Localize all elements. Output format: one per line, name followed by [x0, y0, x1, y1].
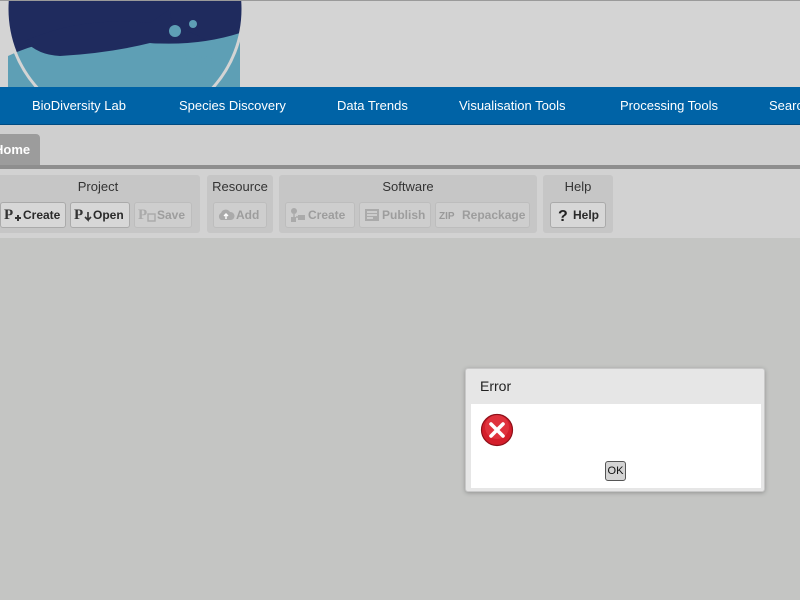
nav-search[interactable]: Searc: [769, 87, 800, 125]
main-nav: BioDiversity Lab Species Discovery Data …: [0, 87, 800, 125]
svg-text:P: P: [4, 207, 13, 223]
software-group-title: Software: [382, 179, 434, 194]
project-create-icon: P: [4, 207, 21, 223]
software-repackage-button[interactable]: ZIP Repackage: [435, 202, 530, 228]
question-mark-icon: ?: [558, 208, 568, 224]
tab-strip: Home: [0, 125, 800, 165]
nav-biodiversity-lab[interactable]: BioDiversity Lab: [32, 87, 126, 125]
ribbon-toolbar: Project P Create P Open P Save Resource: [0, 169, 800, 238]
resource-group: Resource Add: [207, 175, 273, 233]
project-save-button[interactable]: P Save: [134, 202, 192, 228]
project-save-icon: P: [138, 207, 156, 223]
error-icon: [480, 413, 514, 447]
help-group-title: Help: [564, 179, 592, 194]
svg-text:P: P: [138, 207, 147, 223]
tab-home[interactable]: Home: [0, 134, 40, 165]
cloud-upload-icon: [218, 209, 235, 220]
software-publish-label: Publish: [382, 208, 426, 222]
help-group: Help ? Help: [543, 175, 613, 233]
software-group: Software Create Publish ZIP Repackage: [279, 175, 537, 233]
nav-visualisation-tools[interactable]: Visualisation Tools: [459, 87, 565, 125]
resource-add-label: Add: [236, 208, 260, 222]
zip-badge: ZIP: [439, 211, 455, 222]
resource-group-title: Resource: [212, 179, 268, 194]
ok-button[interactable]: OK: [605, 461, 626, 481]
site-header: [0, 0, 800, 87]
project-open-button[interactable]: P Open: [70, 202, 130, 228]
software-publish-button[interactable]: Publish: [359, 202, 431, 228]
site-logo[interactable]: [0, 0, 250, 87]
project-create-label: Create: [23, 208, 61, 222]
project-open-icon: P: [74, 207, 92, 223]
nav-species-discovery[interactable]: Species Discovery: [179, 87, 286, 125]
help-label: Help: [573, 208, 600, 222]
workflow-icon: [291, 208, 305, 222]
zip-icon: ZIP: [439, 211, 455, 222]
publish-icon: [365, 209, 379, 221]
software-create-label: Create: [308, 208, 346, 222]
resource-add-button[interactable]: Add: [213, 202, 267, 228]
nav-processing-tools[interactable]: Processing Tools: [620, 87, 718, 125]
project-open-label: Open: [93, 208, 124, 222]
error-dialog: Error OK: [465, 368, 765, 492]
project-group: Project P Create P Open P Save: [0, 175, 200, 233]
software-repackage-label: Repackage: [462, 208, 526, 222]
project-group-title: Project: [77, 179, 119, 194]
dialog-body: OK: [471, 404, 761, 488]
dialog-title: Error: [480, 378, 512, 394]
svg-text:P: P: [74, 207, 83, 223]
project-create-button[interactable]: P Create: [0, 202, 66, 228]
project-save-label: Save: [157, 208, 186, 222]
software-create-button[interactable]: Create: [285, 202, 355, 228]
help-button[interactable]: ? Help: [550, 202, 606, 228]
nav-data-trends[interactable]: Data Trends: [337, 87, 408, 125]
svg-text:?: ?: [558, 208, 568, 224]
